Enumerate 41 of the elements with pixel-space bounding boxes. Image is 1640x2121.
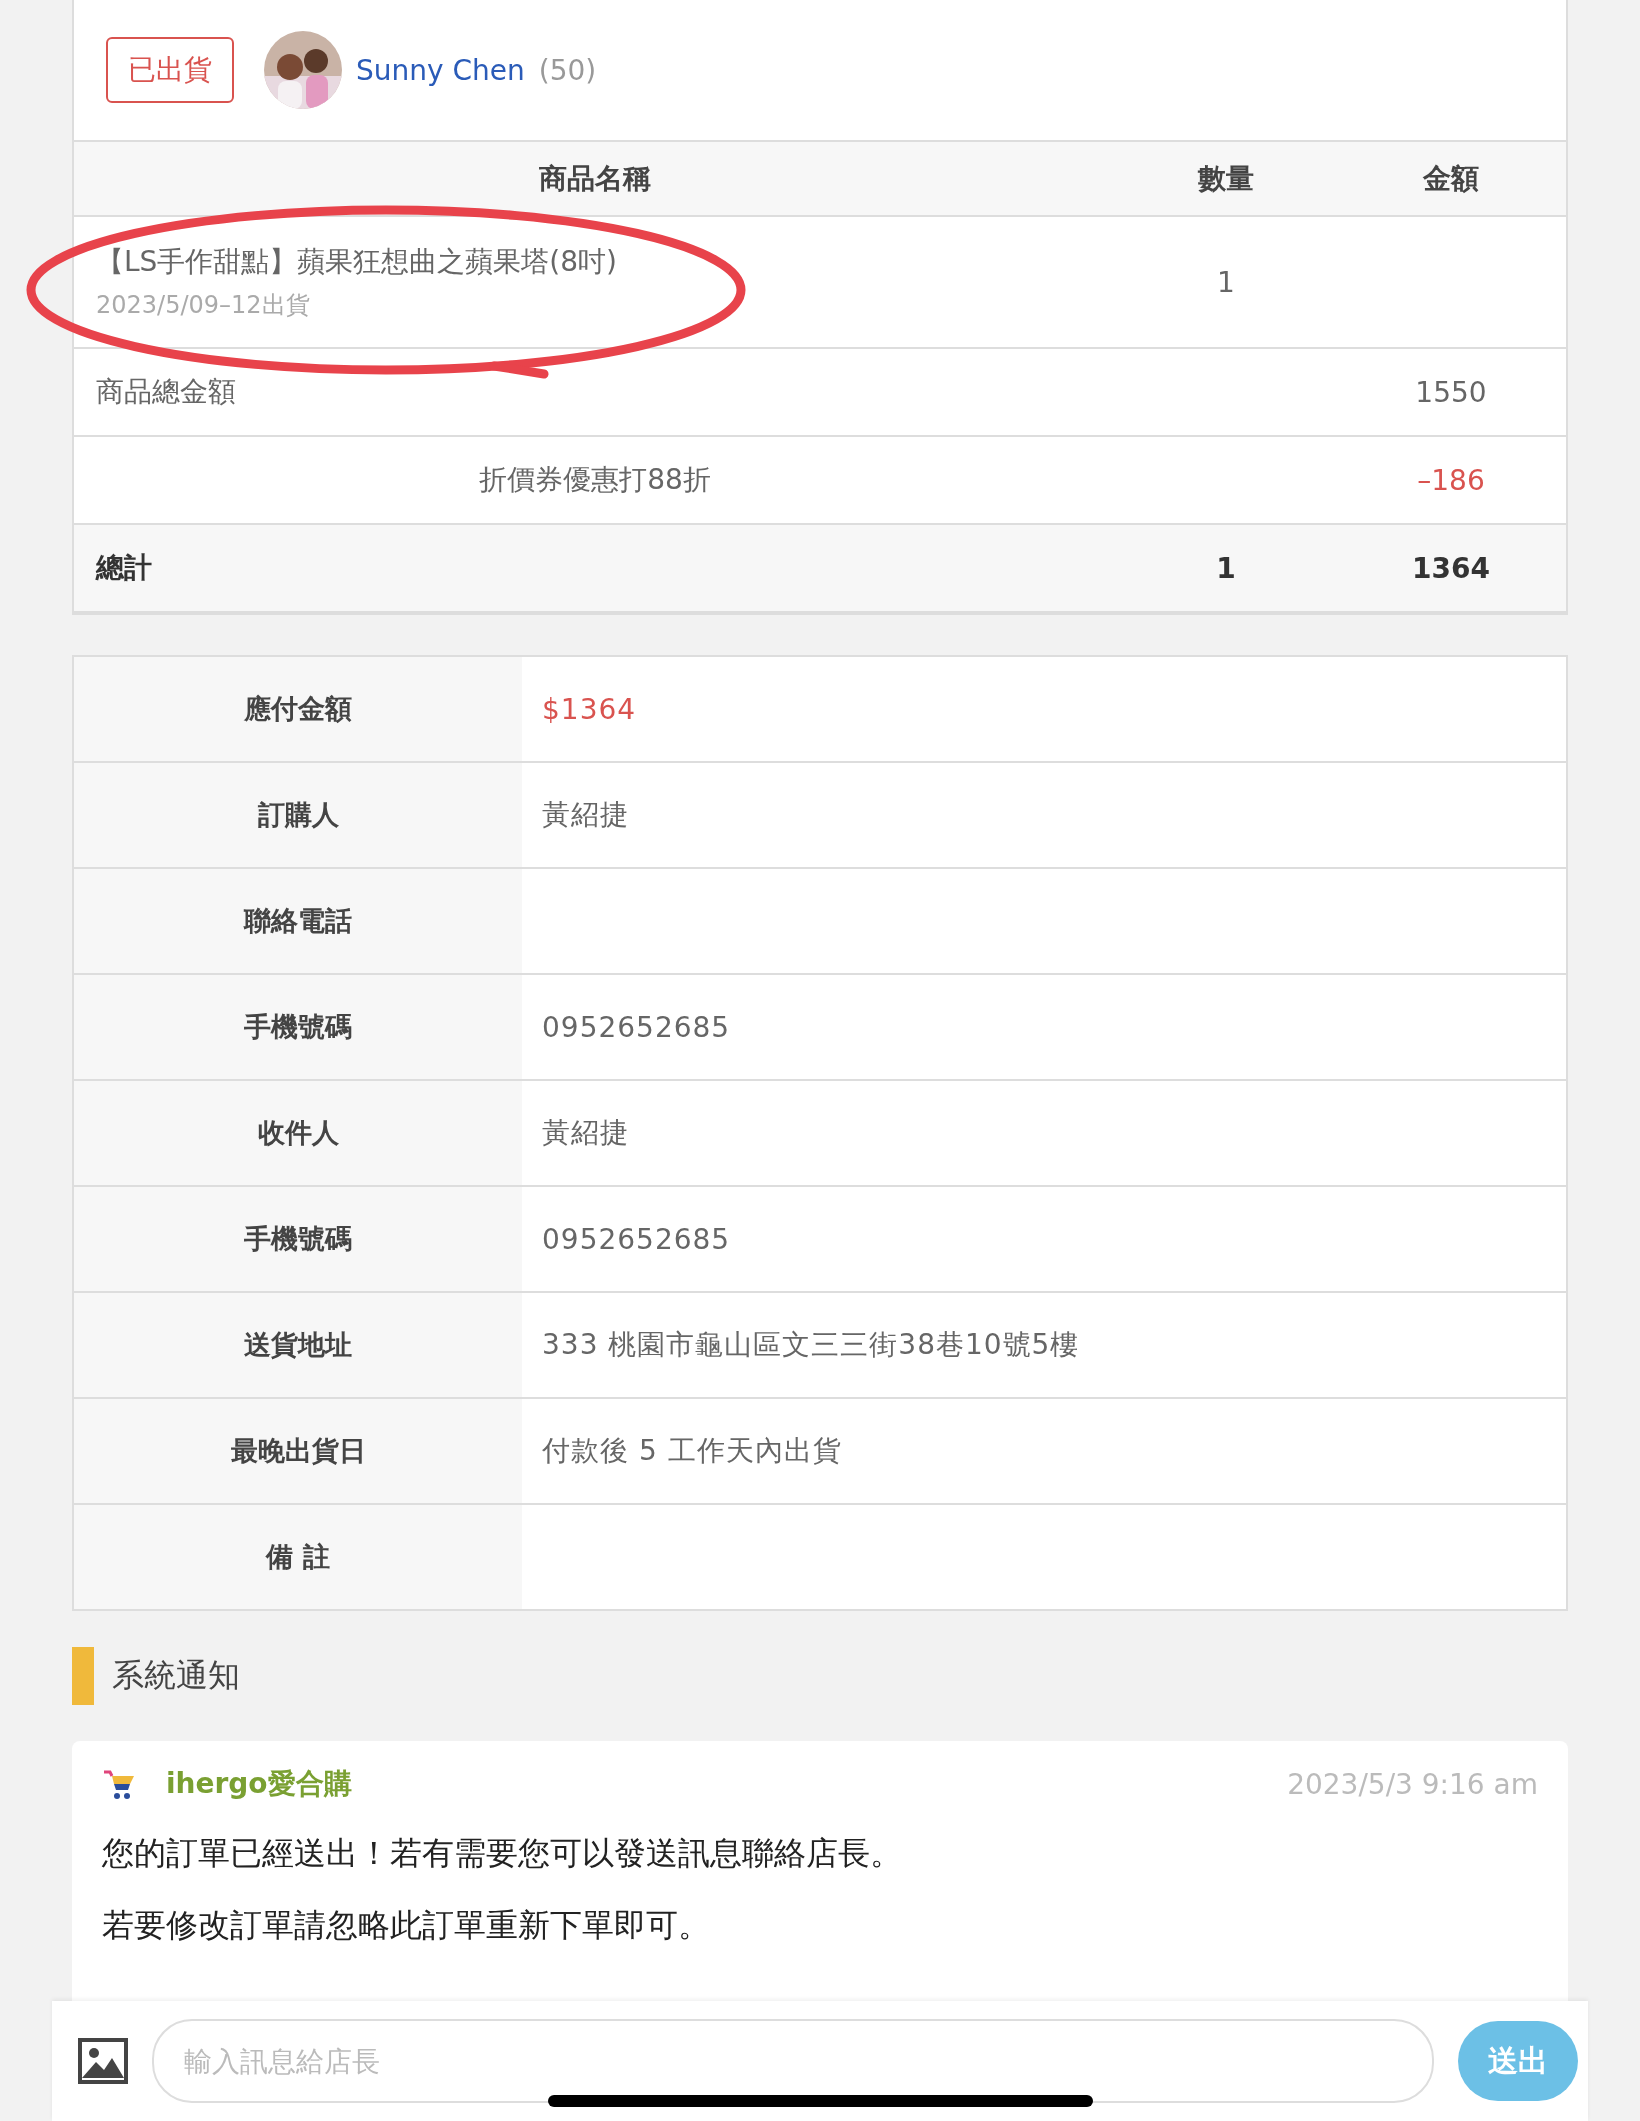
column-header: 數量 <box>1196 160 1255 197</box>
shipping-date: 2023/5/09–12出貨 <box>96 290 311 321</box>
message-text: 您的訂單已經送出！若有需要您可以發送訊息聯絡店長。 <box>102 1833 903 1874</box>
field-label: 收件人 <box>74 1081 522 1185</box>
field-value: 0952652685 <box>541 1009 732 1046</box>
message-text: 若要修改訂單請忽略此訂單重新下單即可。 <box>102 1904 711 1946</box>
field-label: 最晚出貨日 <box>74 1399 522 1503</box>
field-value: 0952652685 <box>541 1221 732 1258</box>
field-label: 聯絡電話 <box>74 869 522 973</box>
sender-name: ihergo愛合購 <box>166 1766 352 1802</box>
cart-icon <box>102 1768 136 1800</box>
total-label: 總計 <box>94 550 153 586</box>
field-label: 手機號碼 <box>74 975 522 1079</box>
field-label: 備 註 <box>74 1505 522 1609</box>
total-amount: 1364 <box>1411 551 1491 585</box>
product-name: 【LS手作甜點】蘋果狂想曲之蘋果塔(8吋) <box>96 244 619 280</box>
field-value: 黃紹捷 <box>541 1115 630 1151</box>
total-quantity: 1 <box>1215 551 1237 585</box>
field-label: 送貨地址 <box>74 1293 522 1397</box>
amount-due: $1364 <box>541 691 638 728</box>
buyer-name[interactable]: Sunny Chen <box>356 53 525 87</box>
field-value: 付款後 5 工作天內出貨 <box>541 1433 843 1469</box>
section-title: 系統通知 <box>112 1655 240 1696</box>
image-icon[interactable] <box>78 2038 128 2084</box>
field-label: 手機號碼 <box>74 1187 522 1291</box>
column-header: 金額 <box>1422 160 1480 197</box>
discount-label: 折價券優惠打88折 <box>478 462 712 498</box>
field-label: 訂購人 <box>74 763 522 867</box>
field-value: 333 桃園市龜山區文三三街38巷10號5樓 <box>541 1327 1081 1363</box>
section-marker <box>72 1647 94 1705</box>
subtotal-amount: 1550 <box>1414 375 1488 409</box>
field-label: 應付金額 <box>74 657 522 761</box>
subtotal-label: 商品總金額 <box>95 374 237 410</box>
status-badge: 已出貨 <box>106 37 234 103</box>
quantity-cell-text: 1 <box>1216 265 1236 299</box>
message-input[interactable]: 輸入訊息給店長 <box>152 2019 1434 2103</box>
column-header: 商品名稱 <box>538 160 652 197</box>
field-value: 黃紹捷 <box>541 797 630 833</box>
buyer-score: (50) <box>538 53 597 87</box>
message-time: 2023/5/3 9:16 am <box>1287 1767 1538 1801</box>
discount-amount: –186 <box>1416 463 1486 497</box>
